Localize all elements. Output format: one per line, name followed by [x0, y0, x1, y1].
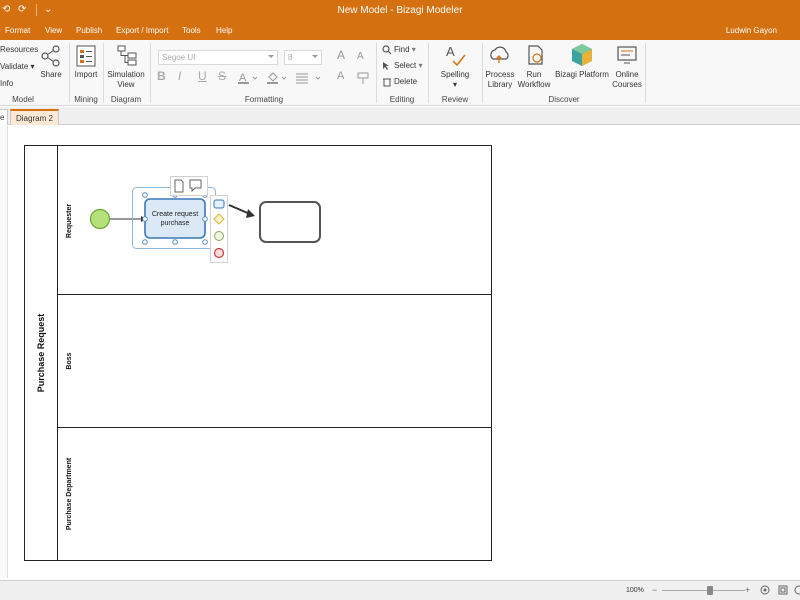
bpmn-diagram: Purchase Request Requester Boss Purchase…: [24, 145, 492, 561]
resources-button[interactable]: Resources: [0, 45, 38, 55]
ghost-task[interactable]: [259, 201, 321, 243]
group-label-editing: Editing: [389, 95, 415, 104]
menu-format[interactable]: Format: [5, 26, 30, 35]
divider: [103, 43, 104, 103]
task-label-line-1: Create request: [152, 211, 198, 218]
group-label-discover: Discover: [548, 95, 580, 104]
import-icon[interactable]: [76, 45, 96, 67]
fullscreen-icon[interactable]: [778, 585, 788, 595]
connector-drag-arrow: [246, 209, 255, 218]
align-icon[interactable]: [294, 71, 324, 85]
svg-text:A: A: [446, 44, 455, 59]
divider: [69, 43, 70, 103]
divider: [482, 43, 483, 103]
menu-publish[interactable]: Publish: [76, 26, 102, 35]
tab-diagram-2[interactable]: Diagram 2: [10, 109, 59, 125]
grow-font-icon[interactable]: A: [337, 49, 345, 61]
select-button[interactable]: Select ▾: [394, 61, 422, 71]
zoom-level: 100%: [626, 587, 644, 594]
group-label-review: Review: [441, 95, 469, 104]
share-icon[interactable]: [40, 45, 62, 67]
run-workflow-button[interactable]: Run Workflow: [517, 70, 551, 90]
tab-previous-diagram[interactable]: e: [0, 109, 8, 125]
bizagi-platform-icon[interactable]: [570, 43, 594, 67]
find-button[interactable]: Find ▾: [394, 45, 416, 55]
online-courses-button[interactable]: Online Courses: [610, 70, 644, 90]
pool[interactable]: [24, 145, 492, 561]
format-painter-icon[interactable]: [356, 71, 372, 85]
menu-view[interactable]: View: [45, 26, 62, 35]
divider: [150, 43, 151, 103]
delete-button[interactable]: Delete: [394, 77, 417, 87]
underline-button[interactable]: U: [198, 70, 207, 82]
run-workflow-icon[interactable]: [525, 44, 547, 66]
fill-color-icon[interactable]: [266, 71, 288, 85]
add-intermediate-event-icon[interactable]: [214, 231, 224, 241]
clear-format-icon[interactable]: A: [337, 71, 344, 82]
divider: [645, 43, 646, 103]
delete-icon: [383, 78, 391, 87]
italic-button[interactable]: I: [178, 70, 181, 82]
bold-button[interactable]: B: [157, 70, 166, 82]
divider: [376, 43, 377, 103]
bizagi-platform-button[interactable]: Bizagi Platform: [555, 70, 609, 80]
process-library-button[interactable]: Process Library: [484, 70, 516, 90]
group-label-model: Model: [12, 95, 34, 104]
add-end-event-icon[interactable]: [213, 247, 225, 259]
font-color-icon[interactable]: A: [237, 71, 259, 85]
validate-button[interactable]: Validate ▾: [0, 62, 35, 72]
font-size-select[interactable]: 8: [284, 50, 322, 65]
simulation-view-icon[interactable]: [116, 44, 138, 66]
add-task-icon[interactable]: [213, 199, 225, 209]
group-label-diagram: Diagram: [110, 95, 142, 104]
spelling-button[interactable]: Spelling ▾: [436, 70, 474, 90]
add-artifact-icon[interactable]: [174, 179, 184, 193]
left-panel-strip: [0, 126, 8, 578]
diagram-canvas[interactable]: Purchase Request Requester Boss Purchase…: [9, 126, 800, 578]
simulation-view-button[interactable]: Simulation View: [106, 70, 146, 90]
lane-name-requester[interactable]: Requester: [66, 204, 73, 239]
window-title: New Model - Bizagi Modeler: [337, 5, 463, 16]
zoom-fit-icon[interactable]: [760, 585, 770, 595]
find-icon: [382, 45, 392, 55]
import-button[interactable]: Import: [72, 70, 100, 80]
group-label-mining: Mining: [74, 95, 98, 104]
online-courses-icon[interactable]: [616, 45, 638, 65]
title-bar: ⟲ ⟳ ⌄ New Model - Bizagi Modeler: [0, 0, 800, 21]
diagram-tabs: e Diagram 2: [0, 107, 800, 125]
task-label-line-2: purchase: [161, 220, 190, 227]
shrink-font-icon[interactable]: A: [357, 52, 364, 62]
connector-drag: [228, 204, 251, 215]
zoom-out-button[interactable]: −: [652, 585, 657, 595]
menu-help[interactable]: Help: [216, 26, 232, 35]
task-create-request-purchase[interactable]: [144, 198, 206, 239]
select-icon: [383, 62, 389, 70]
menu-bar: Format View Publish Export / Import Tool…: [0, 21, 800, 40]
overview-icon[interactable]: [794, 585, 800, 595]
spelling-icon[interactable]: A: [445, 44, 467, 66]
zoom-slider-thumb[interactable]: [707, 586, 714, 595]
menu-tools[interactable]: Tools: [182, 26, 201, 35]
zoom-in-button[interactable]: +: [745, 585, 750, 595]
strikethrough-button[interactable]: S: [218, 70, 226, 82]
ribbon: Resources Validate ▾ Info Share Model Im…: [0, 40, 800, 106]
zoom-slider-track[interactable]: [662, 590, 745, 591]
pool-name[interactable]: Purchase Request: [36, 314, 46, 393]
lane-name-boss[interactable]: Boss: [66, 352, 73, 369]
lane-name-purchase-department[interactable]: Purchase Department: [66, 457, 73, 530]
status-bar: 100% − +: [0, 580, 800, 600]
divider: [428, 43, 429, 103]
share-button[interactable]: Share: [38, 70, 64, 80]
user-name[interactable]: Ludwin Gayon: [726, 26, 777, 35]
font-family-select[interactable]: Segoe UI: [158, 50, 278, 65]
group-label-formatting: Formatting: [244, 95, 284, 104]
process-library-icon[interactable]: [489, 44, 511, 66]
menu-export-import[interactable]: Export / Import: [116, 26, 168, 35]
start-event[interactable]: [89, 208, 111, 230]
info-button[interactable]: Info: [0, 79, 13, 89]
